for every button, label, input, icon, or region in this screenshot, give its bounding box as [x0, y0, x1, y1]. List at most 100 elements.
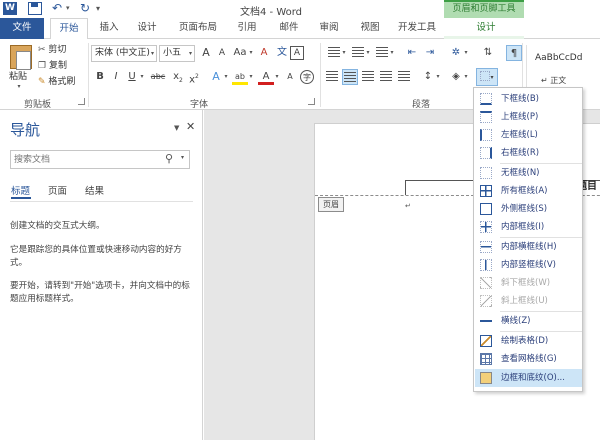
sort-button[interactable]: ⇅ — [480, 45, 496, 61]
customize-qat-icon[interactable]: ▾ — [96, 2, 104, 15]
underline-button[interactable]: U — [124, 69, 140, 85]
align-right-button[interactable] — [360, 69, 376, 85]
multilevel-dropdown-icon[interactable]: ▾ — [389, 45, 395, 61]
search-dropdown-icon[interactable]: ▾ — [181, 154, 184, 161]
nav-tab-headings[interactable]: 标题 — [11, 183, 32, 199]
increase-indent-button[interactable]: ⇥ — [422, 45, 438, 61]
character-shading-button[interactable]: A — [282, 69, 298, 85]
justify-button[interactable] — [378, 69, 394, 85]
change-case-dropdown-icon[interactable]: ▾ — [248, 45, 254, 61]
chinese-layout-button[interactable]: ✲ — [448, 45, 464, 61]
tab-mailings[interactable]: 邮件 — [274, 18, 304, 39]
paste-icon[interactable] — [10, 45, 32, 70]
superscript-button[interactable]: x2 — [186, 69, 202, 85]
menu-item-draw-table[interactable]: 绘制表格(D) — [475, 332, 582, 350]
menu-item-outside-borders[interactable]: 外侧框线(S) — [475, 200, 582, 218]
bold-button[interactable]: B — [92, 69, 108, 85]
nav-tab-results[interactable]: 结果 — [85, 183, 104, 197]
show-marks-button[interactable]: ¶ — [506, 45, 522, 61]
underline-dropdown-icon[interactable]: ▾ — [139, 69, 145, 85]
shrink-font-button[interactable]: A — [214, 45, 230, 61]
text-effects-dropdown-icon[interactable]: ▾ — [223, 69, 229, 85]
align-left-button[interactable] — [324, 69, 340, 85]
tab-references[interactable]: 引用 — [232, 18, 262, 39]
undo-dropdown-icon[interactable]: ▾ — [66, 2, 72, 15]
enclose-characters-button[interactable]: 字 — [300, 70, 314, 84]
style-gallery-normal[interactable]: AaBbCcDd ↵ 正文 — [526, 45, 600, 91]
font-color-button[interactable]: A — [258, 69, 274, 85]
grow-font-button[interactable]: A — [198, 45, 214, 61]
menu-item-bottom-border[interactable]: 下框线(B) — [475, 90, 582, 108]
font-color-dropdown-icon[interactable]: ▾ — [274, 69, 280, 85]
line-spacing-button[interactable]: ↕ — [420, 69, 436, 85]
search-input[interactable] — [10, 150, 190, 169]
menu-item-all-borders[interactable]: 所有框线(A) — [475, 182, 582, 200]
italic-button[interactable]: I — [108, 69, 124, 85]
tab-home[interactable]: 开始 — [50, 18, 88, 40]
nav-options-icon[interactable]: ▼ — [174, 124, 179, 132]
line-spacing-dropdown-icon[interactable]: ▾ — [435, 69, 441, 85]
tab-file[interactable]: 文件 — [0, 18, 44, 39]
menu-item-top-border[interactable]: 上框线(P) — [475, 108, 582, 126]
align-left-icon — [326, 71, 338, 81]
tab-view[interactable]: 视图 — [355, 18, 385, 39]
phonetic-guide-button[interactable]: 文 — [274, 45, 290, 61]
distributed-button[interactable] — [396, 69, 412, 85]
menu-item-label: 斜上框线(U) — [501, 296, 548, 306]
word-app-icon[interactable]: W — [3, 2, 17, 15]
paste-dropdown-icon[interactable]: ▾ — [16, 79, 22, 95]
clear-formatting-button[interactable]: A — [256, 45, 272, 61]
chinese-layout-dropdown-icon[interactable]: ▾ — [463, 45, 469, 61]
format-painter-button[interactable]: ✎ 格式刷 — [38, 74, 75, 90]
cut-button[interactable]: ✂ 剪切 — [38, 42, 66, 58]
close-icon[interactable]: ✕ — [186, 120, 195, 133]
nav-tab-pages[interactable]: 页面 — [48, 183, 67, 197]
menu-item-inside-borders[interactable]: 内部框线(I) — [475, 218, 582, 236]
menu-item-inside-vertical[interactable]: 内部竖框线(V) — [475, 256, 582, 274]
tab-insert[interactable]: 插入 — [94, 18, 124, 39]
menu-item-view-gridlines[interactable]: 查看网格线(G) — [475, 350, 582, 368]
tab-header-footer-design[interactable]: 设计 — [466, 18, 506, 39]
character-border-button[interactable]: A — [290, 46, 304, 60]
repeat-icon[interactable]: ↻ — [80, 2, 94, 15]
menu-item-horizontal-line[interactable]: 横线(Z) — [475, 312, 582, 330]
font-size-combo[interactable]: 小五 ▾ — [159, 45, 195, 62]
highlight-dropdown-icon[interactable]: ▾ — [248, 69, 254, 85]
tab-design[interactable]: 设计 — [132, 18, 162, 39]
shading-dropdown-icon[interactable]: ▾ — [463, 69, 469, 85]
tab-review[interactable]: 审阅 — [314, 18, 344, 39]
save-icon[interactable] — [28, 2, 42, 15]
text-effects-button[interactable]: A — [208, 69, 224, 85]
borders-button[interactable]: ▾ — [476, 68, 498, 86]
numbering-dropdown-icon[interactable]: ▾ — [365, 45, 371, 61]
bullets-dropdown-icon[interactable]: ▾ — [341, 45, 347, 61]
menu-item-no-border[interactable]: 无框线(N) — [475, 164, 582, 182]
subscript-button[interactable]: x2 — [170, 69, 186, 85]
bullets-button[interactable] — [326, 45, 342, 61]
copy-button[interactable]: ❐ 复制 — [38, 58, 67, 74]
title-bar: W ↶ ▾ ↻ ▾ 文档4 - Word 页眉和页脚工具 — [0, 0, 600, 18]
multilevel-list-button[interactable] — [374, 45, 390, 61]
search-icon[interactable]: ⚲ — [165, 152, 173, 165]
shading-button[interactable]: ◈ — [448, 69, 464, 85]
menu-item-left-border[interactable]: 左框线(L) — [475, 126, 582, 144]
undo-icon[interactable]: ↶ — [52, 2, 66, 15]
numbering-button[interactable] — [350, 45, 366, 61]
tab-page-layout[interactable]: 页面布局 — [173, 18, 223, 39]
diagonal-down-border-icon — [480, 277, 492, 289]
font-name-combo[interactable]: 宋体 (中文正) ▾ — [91, 45, 157, 62]
clipboard-launcher-icon[interactable] — [78, 98, 85, 105]
change-case-button[interactable]: Aa — [232, 45, 248, 61]
align-center-button[interactable] — [342, 69, 358, 85]
menu-item-right-border[interactable]: 右框线(R) — [475, 144, 582, 162]
strikethrough-button[interactable]: abc — [148, 69, 168, 85]
brush-icon: ✎ — [38, 77, 46, 87]
menu-item-borders-shading[interactable]: 边框和底纹(O)... — [475, 369, 582, 387]
borders-dropdown-menu: 下框线(B) 上框线(P) 左框线(L) 右框线(R) 无框线(N) 所有框线(… — [473, 87, 583, 392]
menu-item-label: 边框和底纹(O)... — [501, 373, 565, 383]
decrease-indent-button[interactable]: ⇤ — [404, 45, 420, 61]
highlight-button[interactable]: ab — [232, 69, 248, 85]
tab-developer[interactable]: 开发工具 — [392, 18, 442, 39]
menu-item-inside-horizontal[interactable]: 内部横框线(H) — [475, 238, 582, 256]
font-launcher-icon[interactable] — [308, 98, 315, 105]
